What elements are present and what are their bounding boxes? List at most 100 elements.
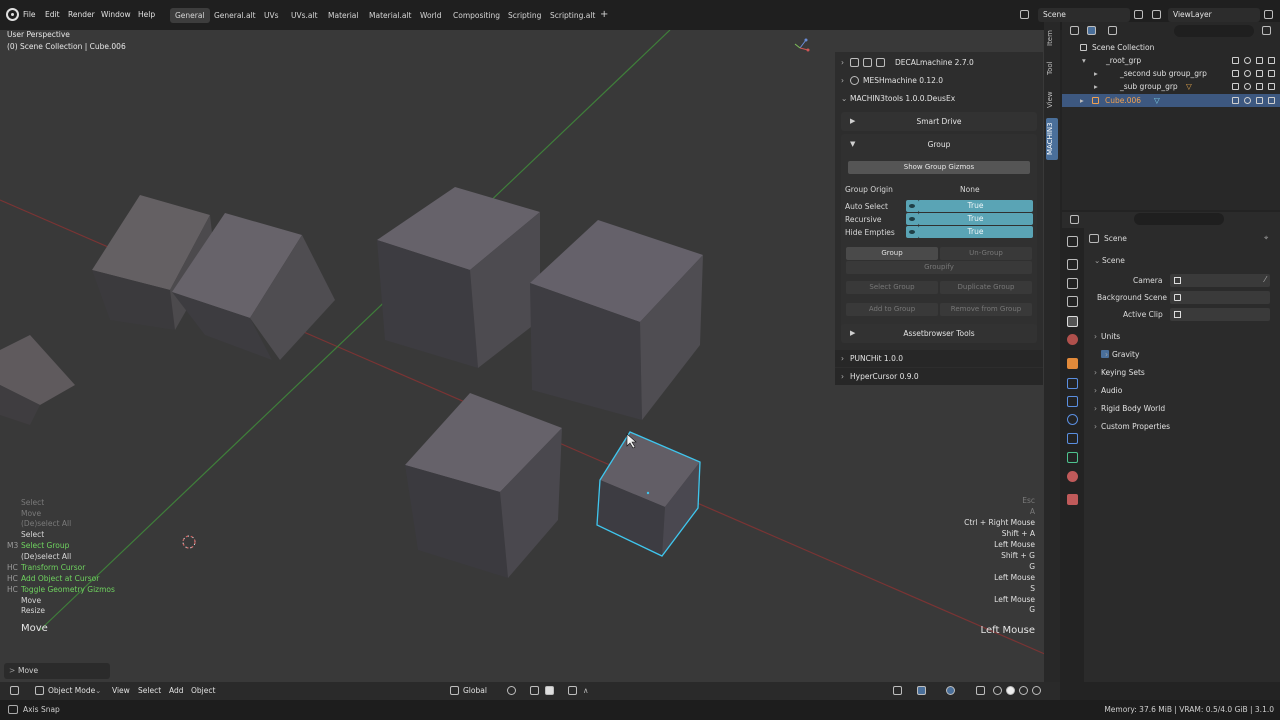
group-subpanel-header[interactable]: ▼ Group	[841, 135, 1037, 154]
eye-icon[interactable]	[1244, 57, 1251, 64]
workspace-tab-uvs-alt[interactable]: UVs.alt	[286, 8, 323, 23]
hide-empties-toggle[interactable]: True	[918, 226, 1033, 238]
show-group-gizmos-button[interactable]: Show Group Gizmos	[848, 161, 1030, 174]
recursive-toggle[interactable]: True	[918, 213, 1033, 225]
select-group-button[interactable]: Select Group	[846, 281, 938, 294]
world-tab-icon[interactable]	[1067, 334, 1078, 345]
solid-shading-icon[interactable]	[1006, 686, 1015, 695]
material-preview-icon[interactable]	[1019, 686, 1028, 695]
wireframe-shading-icon[interactable]	[993, 686, 1002, 695]
mode-selector[interactable]: Object Mode	[48, 686, 95, 695]
header-menu-add[interactable]: Add	[169, 686, 184, 695]
tab-item[interactable]: Item	[1046, 26, 1058, 50]
new-view-layer-icon[interactable]	[1264, 10, 1273, 19]
outliner-search-input[interactable]	[1174, 25, 1254, 37]
orientation-selector[interactable]: Global	[463, 686, 487, 695]
redo-panel[interactable]: Move	[4, 663, 110, 679]
camera-field[interactable]: ⁄	[1170, 274, 1270, 287]
menu-render[interactable]: Render	[68, 10, 95, 19]
view-layer-icon[interactable]	[1152, 10, 1161, 19]
gizmo-toggle-icon[interactable]	[917, 686, 926, 695]
pin-icon[interactable]: ⌖	[1264, 233, 1268, 243]
falloff-icon[interactable]: ∧	[583, 686, 589, 695]
filter-icon[interactable]	[1087, 26, 1096, 35]
camera-icon[interactable]	[1268, 70, 1275, 77]
workspace-tab-material[interactable]: Material	[323, 8, 363, 23]
camera-icon[interactable]	[1268, 97, 1275, 104]
snap-icon[interactable]	[530, 686, 539, 695]
tab-machin3[interactable]: MACHIN3	[1046, 118, 1058, 160]
header-menu-select[interactable]: Select	[138, 686, 161, 695]
scene-panel-title[interactable]: Scene	[1102, 256, 1125, 265]
workspace-tab-scripting[interactable]: Scripting	[503, 8, 546, 23]
modifier-tab-icon[interactable]	[1067, 378, 1078, 389]
blender-logo-icon[interactable]	[6, 8, 19, 21]
menu-help[interactable]: Help	[138, 10, 155, 19]
select-arrow-icon[interactable]	[1232, 70, 1239, 77]
rendered-shading-icon[interactable]	[1032, 686, 1041, 695]
group-origin-value[interactable]: None	[960, 185, 980, 194]
eye-icon[interactable]	[1244, 70, 1251, 77]
workspace-tab-compositing[interactable]: Compositing	[448, 8, 505, 23]
addon-meshmachine[interactable]: › MESHmachine 0.12.0	[835, 72, 1043, 89]
scene-selector[interactable]: Scene	[1038, 8, 1130, 22]
auto-select-toggle[interactable]: True	[918, 200, 1033, 212]
properties-search-input[interactable]	[1134, 213, 1224, 225]
eye-icon[interactable]	[906, 226, 918, 238]
select-arrow-icon[interactable]	[1232, 57, 1239, 64]
outliner-mode-icon[interactable]	[1108, 26, 1117, 35]
assetbrowser-tools-subpanel[interactable]: ▶ Assetbrowser Tools	[841, 324, 1037, 343]
monitor-icon[interactable]	[1256, 83, 1263, 90]
3d-viewport[interactable]: User Perspective (0) Scene Collection | …	[0, 30, 1047, 682]
data-tab-icon[interactable]	[1067, 452, 1078, 463]
transform-orientation-icon[interactable]	[450, 686, 459, 695]
outliner-item-root-grp[interactable]: ▾ _root_grp	[1062, 54, 1280, 67]
view-layer-tab-icon[interactable]	[1067, 296, 1078, 307]
addon-punchit[interactable]: › PUNCHit 1.0.0	[835, 350, 1043, 367]
monitor-icon[interactable]	[1256, 70, 1263, 77]
addon-machin3tools[interactable]: ⌄ MACHIN3tools 1.0.0.DeusEx	[835, 90, 1043, 107]
section-units[interactable]: Units	[1094, 332, 1120, 341]
object-mode-icon[interactable]	[35, 686, 44, 695]
outliner-item-cube-006[interactable]: ▸ Cube.006 ▽	[1062, 94, 1280, 107]
background-scene-field[interactable]	[1170, 291, 1270, 304]
workspace-tab-general-alt[interactable]: General.alt	[209, 8, 261, 23]
object-tab-icon[interactable]	[1067, 358, 1078, 369]
workspace-tab-scripting-alt[interactable]: Scripting.alt	[545, 8, 600, 23]
outliner-root[interactable]: Scene Collection	[1062, 41, 1280, 54]
section-custom-properties[interactable]: Custom Properties	[1094, 422, 1170, 431]
section-keying-sets[interactable]: Keying Sets	[1094, 368, 1145, 377]
properties-editor-type-icon[interactable]	[1070, 215, 1079, 224]
proportional-edit-icon[interactable]	[568, 686, 577, 695]
select-arrow-icon[interactable]	[1232, 83, 1239, 90]
render-tab-icon[interactable]	[1067, 259, 1078, 270]
overlay-toggle-icon[interactable]	[946, 686, 955, 695]
tab-tool[interactable]: Tool	[1046, 56, 1058, 80]
visibility-icon[interactable]	[893, 686, 902, 695]
group-button[interactable]: Group	[846, 247, 938, 260]
menu-window[interactable]: Window	[101, 10, 131, 19]
eye-icon[interactable]	[906, 200, 918, 212]
workspace-tab-world[interactable]: World	[415, 8, 447, 23]
header-menu-object[interactable]: Object	[191, 686, 215, 695]
camera-icon[interactable]	[1268, 83, 1275, 90]
monitor-icon[interactable]	[1256, 97, 1263, 104]
scene-tab-icon[interactable]	[1067, 316, 1078, 327]
xray-toggle-icon[interactable]	[976, 686, 985, 695]
groupify-button[interactable]: Groupify	[846, 261, 1032, 274]
output-tab-icon[interactable]	[1067, 278, 1078, 289]
constraints-tab-icon[interactable]	[1067, 433, 1078, 444]
monitor-icon[interactable]	[1256, 57, 1263, 64]
scene-icon[interactable]	[1020, 10, 1029, 19]
workspace-tab-general[interactable]: General	[170, 8, 210, 23]
particles-tab-icon[interactable]	[1067, 396, 1078, 407]
pivot-point-icon[interactable]	[507, 686, 516, 695]
duplicate-group-button[interactable]: Duplicate Group	[940, 281, 1032, 294]
menu-edit[interactable]: Edit	[45, 10, 60, 19]
remove-from-group-button[interactable]: Remove from Group	[940, 303, 1032, 316]
camera-icon[interactable]	[1268, 57, 1275, 64]
editor-type-icon[interactable]	[10, 686, 19, 695]
eye-icon[interactable]	[906, 213, 918, 225]
active-clip-field[interactable]	[1170, 308, 1270, 321]
section-audio[interactable]: Audio	[1094, 386, 1122, 395]
